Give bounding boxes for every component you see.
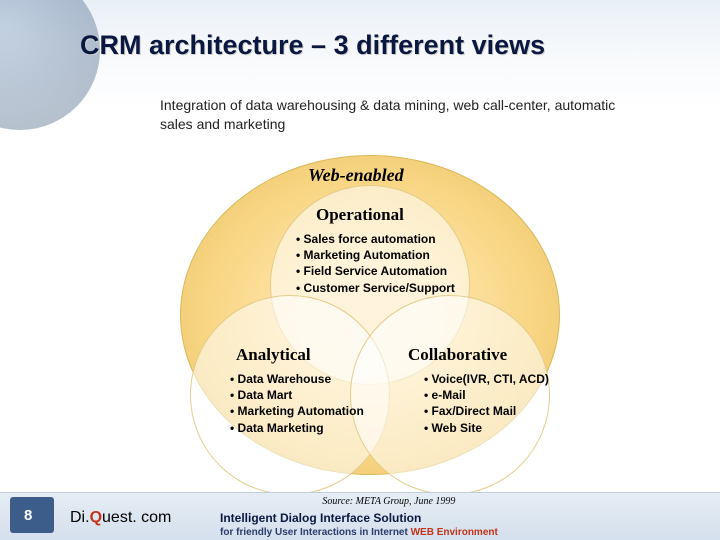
bullet-item: Sales force automation xyxy=(296,231,455,247)
slide-subtitle: Integration of data warehousing & data m… xyxy=(160,96,620,134)
bullets-analytical: Data Warehouse Data Mart Marketing Autom… xyxy=(230,371,364,436)
tagline-block: Source: META Group, June 1999 Intelligen… xyxy=(220,495,498,539)
page-number: 8 xyxy=(24,507,32,524)
brand-logo: Di.Quest. com xyxy=(70,509,171,527)
source-line: Source: META Group, June 1999 xyxy=(280,495,498,509)
bullet-item: Marketing Automation xyxy=(296,247,455,263)
venn-diagram: Web-enabled Operational Analytical Colla… xyxy=(120,145,620,495)
slide-title: CRM architecture – 3 different views xyxy=(80,30,545,61)
bullet-item: Field Service Automation xyxy=(296,263,455,279)
footer-bar: 8 Di.Quest. com Source: META Group, June… xyxy=(0,492,720,540)
bullets-operational: Sales force automation Marketing Automat… xyxy=(296,231,455,296)
bullet-item: Data Warehouse xyxy=(230,371,364,387)
bullet-item: Web Site xyxy=(424,420,549,436)
label-operational: Operational xyxy=(316,205,404,225)
bullet-item: Data Marketing xyxy=(230,420,364,436)
bullet-item: Customer Service/Support xyxy=(296,280,455,296)
bullet-item: e-Mail xyxy=(424,387,549,403)
tagline-2b: WEB Environment xyxy=(411,527,498,538)
brand-q: Q xyxy=(90,509,102,526)
bullet-item: Voice(IVR, CTI, ACD) xyxy=(424,371,549,387)
bullet-item: Marketing Automation xyxy=(230,403,364,419)
tagline-1: Intelligent Dialog Interface Solution xyxy=(220,510,498,526)
bullets-collaborative: Voice(IVR, CTI, ACD) e-Mail Fax/Direct M… xyxy=(424,371,549,436)
brand-post: uest. com xyxy=(102,509,171,526)
tagline-2a: for friendly User Interactions in Intern… xyxy=(220,527,411,538)
label-analytical: Analytical xyxy=(236,345,311,365)
bullet-item: Fax/Direct Mail xyxy=(424,403,549,419)
label-collaborative: Collaborative xyxy=(408,345,507,365)
tagline-2: for friendly User Interactions in Intern… xyxy=(220,526,498,540)
bullet-item: Data Mart xyxy=(230,387,364,403)
globe-decor xyxy=(0,0,100,130)
brand-pre: Di. xyxy=(70,509,90,526)
label-web-enabled: Web-enabled xyxy=(308,165,404,186)
